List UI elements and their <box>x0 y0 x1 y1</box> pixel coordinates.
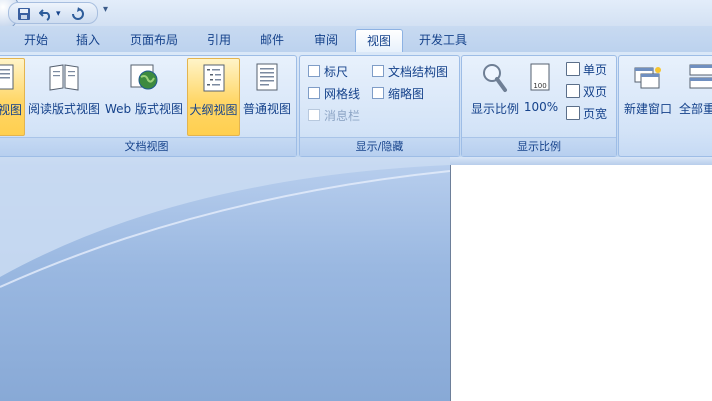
page-width-button[interactable]: 页宽 <box>566 104 607 122</box>
two-pages-icon <box>566 84 580 98</box>
group-label-show-hide: 显示/隐藏 <box>300 137 459 156</box>
message-bar-checkbox: 消息栏 <box>308 106 360 124</box>
undo-dropdown-icon[interactable]: ▾ <box>56 6 61 22</box>
web-layout-button[interactable]: Web 版式视图 <box>104 58 184 134</box>
checkbox-box <box>308 87 320 99</box>
group-zoom: 显示比例 100 100% 单页 双页 页宽 显示比例 <box>461 55 617 157</box>
thumbnails-label: 缩略图 <box>388 86 425 101</box>
reading-layout-label: 阅读版式视图 <box>27 102 100 116</box>
arrange-all-button[interactable]: 全部重 <box>677 58 712 134</box>
one-page-label: 单页 <box>583 62 608 77</box>
tab-mailings[interactable]: 邮件 <box>250 29 294 51</box>
gridlines-label: 网格线 <box>324 86 361 101</box>
print-layout-button[interactable]: 视图 <box>0 58 25 136</box>
web-layout-icon <box>128 62 160 95</box>
redo-icon[interactable] <box>71 6 85 22</box>
web-layout-label: Web 版式视图 <box>105 102 183 116</box>
group-label-document-views: 文档视图 <box>0 137 296 156</box>
outline-icon <box>200 63 228 96</box>
zoom-label: 显示比例 <box>470 102 519 116</box>
page-100-icon: 100 <box>528 62 554 97</box>
new-window-label: 新建窗口 <box>623 102 672 116</box>
group-document-views: 视图 阅读版式视图 Web 版式视图 大纲视图 普通视图 文档视图 <box>0 55 297 157</box>
one-page-icon <box>566 62 580 76</box>
two-pages-button[interactable]: 双页 <box>566 82 607 100</box>
thumbnails-checkbox[interactable]: 缩略图 <box>372 84 424 102</box>
document-map-label: 文档结构图 <box>388 64 449 79</box>
checkbox-box <box>372 87 384 99</box>
gridlines-checkbox[interactable]: 网格线 <box>308 84 360 102</box>
two-pages-label: 双页 <box>583 84 608 99</box>
customize-qat-icon[interactable]: ▾ <box>103 4 108 15</box>
group-label-zoom: 显示比例 <box>462 137 616 156</box>
arrange-all-label: 全部重 <box>679 102 712 116</box>
document-workspace <box>0 157 712 401</box>
print-layout-label: 视图 <box>0 103 23 117</box>
checkbox-box <box>372 65 384 77</box>
tab-developer[interactable]: 开发工具 <box>410 29 476 51</box>
group-show-hide: 标尺 网格线 消息栏 文档结构图 缩略图 显示/隐藏 <box>299 55 460 157</box>
qat-bar: ▾ <box>8 2 98 24</box>
zoom-100-button[interactable]: 100 100% <box>522 58 560 134</box>
document-map-checkbox[interactable]: 文档结构图 <box>372 62 448 80</box>
background-swoosh <box>0 157 450 288</box>
arrange-all-icon <box>687 62 712 95</box>
tab-insert[interactable]: 插入 <box>66 29 110 51</box>
draft-view-button[interactable]: 普通视图 <box>241 58 293 134</box>
ruler-checkbox[interactable]: 标尺 <box>308 62 348 80</box>
document-page[interactable] <box>450 165 712 401</box>
tab-review[interactable]: 审阅 <box>304 29 348 51</box>
checkbox-box <box>308 109 320 121</box>
undo-icon[interactable] <box>39 6 53 22</box>
page-width-label: 页宽 <box>583 106 608 121</box>
page-layout-icon <box>0 63 17 96</box>
page-100-icon-text: 100 <box>533 82 546 90</box>
reading-layout-button[interactable]: 阅读版式视图 <box>27 58 101 134</box>
page-width-icon <box>566 106 580 120</box>
reading-layout-icon <box>48 62 80 95</box>
tab-references[interactable]: 引用 <box>198 29 240 51</box>
tab-page-layout[interactable]: 页面布局 <box>122 29 186 51</box>
new-window-icon <box>632 62 664 95</box>
zoom-100-label: 100% <box>523 100 559 114</box>
message-bar-label: 消息栏 <box>324 108 361 123</box>
one-page-button[interactable]: 单页 <box>566 60 607 78</box>
tab-home[interactable]: 开始 <box>14 29 58 51</box>
ruler-label: 标尺 <box>324 64 349 79</box>
draft-view-label: 普通视图 <box>242 102 291 116</box>
checkbox-box <box>308 65 320 77</box>
new-window-button[interactable]: 新建窗口 <box>621 58 675 134</box>
group-window: 新建窗口 全部重 <box>618 55 712 157</box>
outline-view-label: 大纲视图 <box>189 103 238 117</box>
quick-access-toolbar: ▾ ▾ <box>0 0 712 32</box>
save-icon[interactable] <box>17 6 31 22</box>
tab-view[interactable]: 视图 <box>355 29 403 53</box>
ribbon-tabs: 开始 插入 页面布局 引用 邮件 审阅 视图 开发工具 <box>0 26 712 53</box>
draft-icon <box>253 62 281 95</box>
zoom-button[interactable]: 显示比例 <box>466 58 524 134</box>
outline-view-button[interactable]: 大纲视图 <box>187 58 240 136</box>
magnifier-icon <box>481 62 509 97</box>
ribbon-view: 视图 阅读版式视图 Web 版式视图 大纲视图 普通视图 文档视图 标尺 网格线… <box>0 52 712 157</box>
